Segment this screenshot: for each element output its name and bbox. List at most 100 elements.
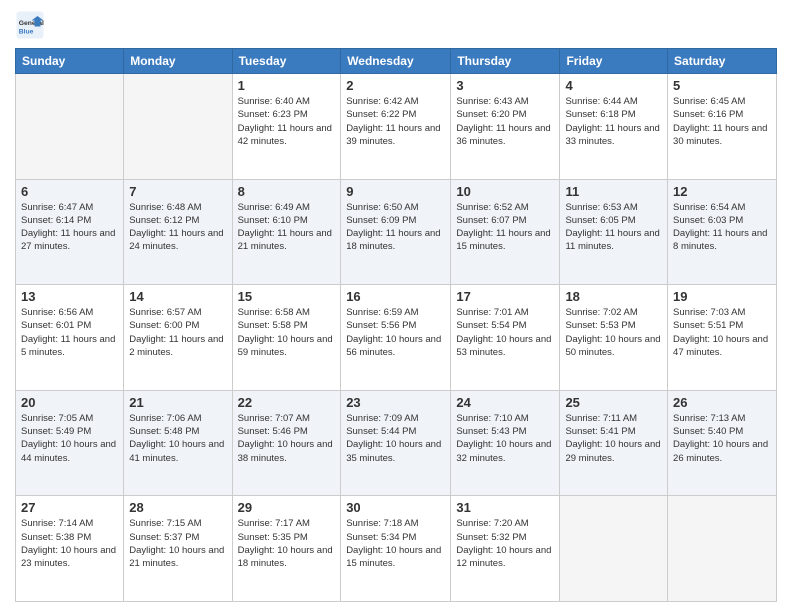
calendar-week-row: 13Sunrise: 6:56 AMSunset: 6:01 PMDayligh… [16,285,777,391]
calendar-cell: 15 Sunrise: 6:58 AMSunset: 5:58 PMDayligh… [232,285,341,391]
calendar-cell: 26 Sunrise: 7:13 AMSunset: 5:40 PMDayligh… [668,390,777,496]
day-number: 15 [238,289,336,304]
col-friday: Friday [560,49,668,74]
calendar-cell: 23 Sunrise: 7:09 AMSunset: 5:44 PMDayligh… [341,390,451,496]
day-number: 26 [673,395,771,410]
calendar-cell: 9 Sunrise: 6:50 AMSunset: 6:09 PMDaylight… [341,179,451,285]
calendar-cell: 7 Sunrise: 6:48 AMSunset: 6:12 PMDaylight… [124,179,232,285]
header: General Blue [15,10,777,40]
calendar-header-row: Sunday Monday Tuesday Wednesday Thursday… [16,49,777,74]
calendar-cell: 29 Sunrise: 7:17 AMSunset: 5:35 PMDayligh… [232,496,341,602]
day-number: 12 [673,184,771,199]
day-number: 22 [238,395,336,410]
calendar-cell: 3 Sunrise: 6:43 AMSunset: 6:20 PMDaylight… [451,74,560,180]
calendar-cell: 31 Sunrise: 7:20 AMSunset: 5:32 PMDayligh… [451,496,560,602]
day-info: Sunrise: 7:14 AMSunset: 5:38 PMDaylight:… [21,517,118,570]
day-info: Sunrise: 7:17 AMSunset: 5:35 PMDaylight:… [238,517,336,570]
page: General Blue Sunday Monday Tuesday Wedne… [0,0,792,612]
day-info: Sunrise: 6:47 AMSunset: 6:14 PMDaylight:… [21,201,118,254]
day-number: 24 [456,395,554,410]
day-info: Sunrise: 7:03 AMSunset: 5:51 PMDaylight:… [673,306,771,359]
calendar-cell: 24 Sunrise: 7:10 AMSunset: 5:43 PMDayligh… [451,390,560,496]
day-info: Sunrise: 6:54 AMSunset: 6:03 PMDaylight:… [673,201,771,254]
day-number: 21 [129,395,226,410]
calendar-week-row: 27 Sunrise: 7:14 AMSunset: 5:38 PMDayligh… [16,496,777,602]
day-info: Sunrise: 7:09 AMSunset: 5:44 PMDaylight:… [346,412,445,465]
calendar-cell: 14 Sunrise: 6:57 AMSunset: 6:00 PMDayligh… [124,285,232,391]
calendar-cell: 30 Sunrise: 7:18 AMSunset: 5:34 PMDayligh… [341,496,451,602]
calendar-cell: 28 Sunrise: 7:15 AMSunset: 5:37 PMDayligh… [124,496,232,602]
calendar-week-row: 20 Sunrise: 7:05 AMSunset: 5:49 PMDayligh… [16,390,777,496]
day-info: Sunrise: 6:44 AMSunset: 6:18 PMDaylight:… [565,95,662,148]
day-number: 25 [565,395,662,410]
col-thursday: Thursday [451,49,560,74]
day-number: 2 [346,78,445,93]
day-number: 23 [346,395,445,410]
day-number: 3 [456,78,554,93]
day-info: Sunrise: 6:59 AMSunset: 5:56 PMDaylight:… [346,306,445,359]
calendar-cell: 16 Sunrise: 6:59 AMSunset: 5:56 PMDayligh… [341,285,451,391]
calendar-cell: 12 Sunrise: 6:54 AMSunset: 6:03 PMDayligh… [668,179,777,285]
day-info: Sunrise: 6:58 AMSunset: 5:58 PMDaylight:… [238,306,336,359]
day-number: 4 [565,78,662,93]
day-number: 16 [346,289,445,304]
calendar-cell: 10 Sunrise: 6:52 AMSunset: 6:07 PMDayligh… [451,179,560,285]
day-number: 11 [565,184,662,199]
logo-icon: General Blue [15,10,45,40]
calendar-cell [16,74,124,180]
day-number: 9 [346,184,445,199]
day-number: 10 [456,184,554,199]
day-number: 30 [346,500,445,515]
svg-text:Blue: Blue [19,28,34,35]
calendar-cell: 18Sunrise: 7:02 AMSunset: 5:53 PMDayligh… [560,285,668,391]
day-info: Sunrise: 7:05 AMSunset: 5:49 PMDaylight:… [21,412,118,465]
calendar-cell: 1 Sunrise: 6:40 AMSunset: 6:23 PMDaylight… [232,74,341,180]
calendar-cell: 20 Sunrise: 7:05 AMSunset: 5:49 PMDayligh… [16,390,124,496]
day-number: 28 [129,500,226,515]
day-info: Sunrise: 7:02 AMSunset: 5:53 PMDaylight:… [565,306,662,359]
day-info: Sunrise: 6:57 AMSunset: 6:00 PMDaylight:… [129,306,226,359]
day-info: Sunrise: 6:50 AMSunset: 6:09 PMDaylight:… [346,201,445,254]
day-number: 7 [129,184,226,199]
day-info: Sunrise: 7:18 AMSunset: 5:34 PMDaylight:… [346,517,445,570]
day-info: Sunrise: 6:43 AMSunset: 6:20 PMDaylight:… [456,95,554,148]
day-number: 5 [673,78,771,93]
day-info: Sunrise: 7:06 AMSunset: 5:48 PMDaylight:… [129,412,226,465]
col-saturday: Saturday [668,49,777,74]
day-number: 17 [456,289,554,304]
day-info: Sunrise: 7:07 AMSunset: 5:46 PMDaylight:… [238,412,336,465]
day-number: 27 [21,500,118,515]
calendar-cell: 19Sunrise: 7:03 AMSunset: 5:51 PMDayligh… [668,285,777,391]
calendar-cell: 2 Sunrise: 6:42 AMSunset: 6:22 PMDaylight… [341,74,451,180]
day-info: Sunrise: 7:20 AMSunset: 5:32 PMDaylight:… [456,517,554,570]
calendar-cell: 13Sunrise: 6:56 AMSunset: 6:01 PMDayligh… [16,285,124,391]
day-number: 31 [456,500,554,515]
day-info: Sunrise: 7:15 AMSunset: 5:37 PMDaylight:… [129,517,226,570]
calendar-week-row: 6 Sunrise: 6:47 AMSunset: 6:14 PMDaylight… [16,179,777,285]
day-info: Sunrise: 6:48 AMSunset: 6:12 PMDaylight:… [129,201,226,254]
day-info: Sunrise: 7:13 AMSunset: 5:40 PMDaylight:… [673,412,771,465]
day-info: Sunrise: 6:53 AMSunset: 6:05 PMDaylight:… [565,201,662,254]
day-number: 8 [238,184,336,199]
calendar-cell: 8 Sunrise: 6:49 AMSunset: 6:10 PMDaylight… [232,179,341,285]
day-number: 6 [21,184,118,199]
day-info: Sunrise: 7:01 AMSunset: 5:54 PMDaylight:… [456,306,554,359]
day-number: 14 [129,289,226,304]
day-info: Sunrise: 7:11 AMSunset: 5:41 PMDaylight:… [565,412,662,465]
day-number: 29 [238,500,336,515]
day-info: Sunrise: 6:52 AMSunset: 6:07 PMDaylight:… [456,201,554,254]
day-info: Sunrise: 6:45 AMSunset: 6:16 PMDaylight:… [673,95,771,148]
day-info: Sunrise: 7:10 AMSunset: 5:43 PMDaylight:… [456,412,554,465]
calendar-cell: 6 Sunrise: 6:47 AMSunset: 6:14 PMDaylight… [16,179,124,285]
day-info: Sunrise: 6:49 AMSunset: 6:10 PMDaylight:… [238,201,336,254]
day-info: Sunrise: 6:42 AMSunset: 6:22 PMDaylight:… [346,95,445,148]
day-number: 1 [238,78,336,93]
calendar-cell: 5 Sunrise: 6:45 AMSunset: 6:16 PMDaylight… [668,74,777,180]
calendar-cell: 4 Sunrise: 6:44 AMSunset: 6:18 PMDaylight… [560,74,668,180]
col-tuesday: Tuesday [232,49,341,74]
calendar-cell [124,74,232,180]
calendar-cell: 25 Sunrise: 7:11 AMSunset: 5:41 PMDayligh… [560,390,668,496]
day-number: 20 [21,395,118,410]
col-monday: Monday [124,49,232,74]
day-info: Sunrise: 6:40 AMSunset: 6:23 PMDaylight:… [238,95,336,148]
